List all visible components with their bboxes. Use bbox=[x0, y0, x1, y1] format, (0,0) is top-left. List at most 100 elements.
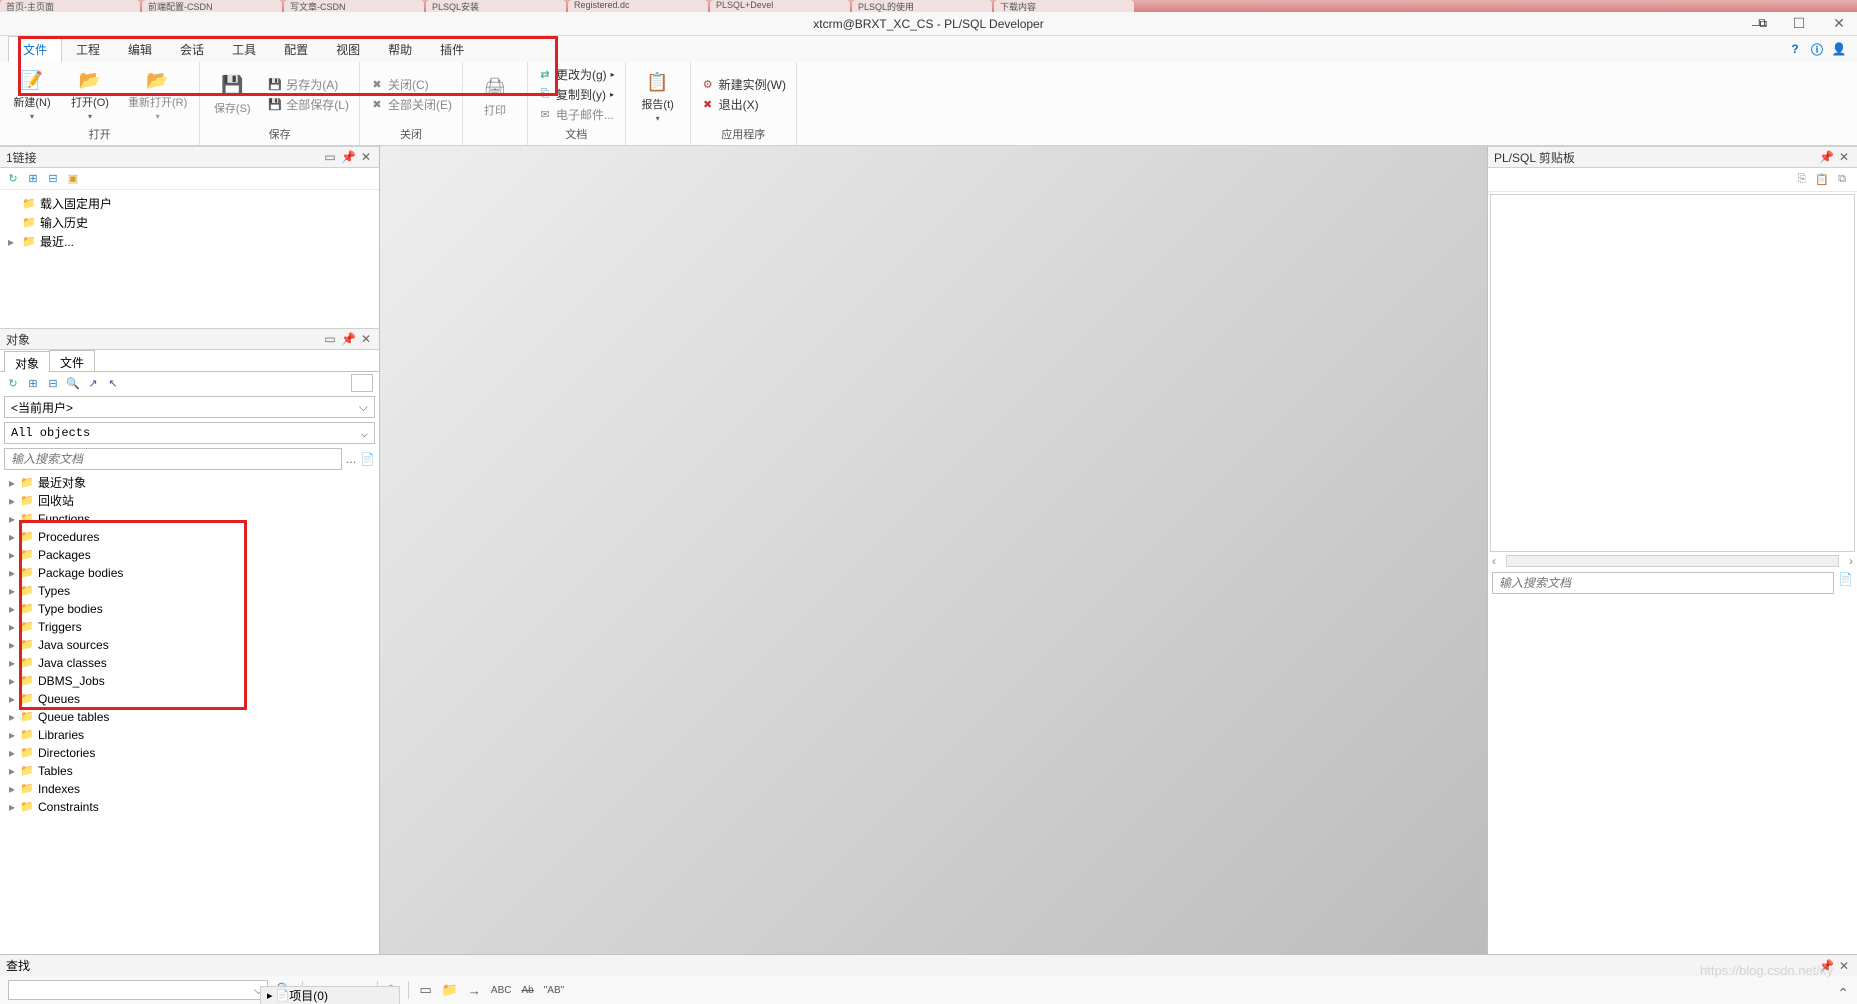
menu-plugin[interactable]: 插件 bbox=[426, 37, 478, 62]
ribbon-reopen-button[interactable]: 📂重新打开(R)▾ bbox=[122, 66, 193, 123]
panel-close-icon[interactable]: ✕ bbox=[359, 332, 373, 346]
browser-tab[interactable]: 前端配置-CSDN bbox=[142, 0, 282, 12]
collapse-icon[interactable]: ⊟ bbox=[46, 172, 60, 186]
arrow-icon[interactable]: ↗ bbox=[86, 376, 100, 390]
filter-box[interactable] bbox=[351, 374, 373, 392]
panel-pin-icon[interactable]: 📌 bbox=[341, 150, 355, 164]
ribbon-exit-button[interactable]: ✖退出(X) bbox=[697, 95, 790, 114]
tree-item[interactable]: ▸📁Tables bbox=[6, 762, 373, 780]
menu-config[interactable]: 配置 bbox=[270, 37, 322, 62]
tree-item[interactable]: ▸📁Packages bbox=[6, 546, 373, 564]
info-icon[interactable]: ⓘ bbox=[1809, 41, 1825, 57]
ribbon-changeto-button[interactable]: ⇄更改为(g) ▸ bbox=[534, 65, 619, 84]
collapse-icon[interactable]: ⊟ bbox=[46, 376, 60, 390]
tree-item[interactable]: ▸📁最近对象 bbox=[6, 474, 373, 492]
browser-tab[interactable]: Registered.dc bbox=[568, 0, 708, 12]
close-button[interactable]: ✕ bbox=[1825, 14, 1853, 34]
user-icon[interactable]: 👤 bbox=[1831, 41, 1847, 57]
folder-icon[interactable]: ▣ bbox=[66, 172, 80, 186]
find-icon[interactable]: 🔍 bbox=[66, 376, 80, 390]
browser-tab[interactable]: 下载内容 bbox=[994, 0, 1134, 12]
menu-edit[interactable]: 编辑 bbox=[114, 37, 166, 62]
panel-window-icon[interactable]: ▭ bbox=[323, 150, 337, 164]
tree-item[interactable]: ▸📁Procedures bbox=[6, 528, 373, 546]
window-icon[interactable]: ▭ bbox=[419, 982, 431, 998]
tree-item[interactable]: ▸📁Libraries bbox=[6, 726, 373, 744]
window-icon[interactable]: ⧉ bbox=[1835, 173, 1849, 187]
filter-combobox[interactable]: All objects bbox=[4, 422, 375, 444]
panel-close-icon[interactable]: ✕ bbox=[359, 150, 373, 164]
connections-tree[interactable]: 📁载入固定用户 📁输入历史 ▸📁最近... bbox=[0, 190, 379, 328]
ribbon-new-button[interactable]: 📝新建(N)▾ bbox=[6, 66, 58, 123]
search-more-button[interactable]: ... bbox=[346, 452, 356, 466]
refresh-icon[interactable]: ↻ bbox=[6, 172, 20, 186]
menu-view[interactable]: 视图 bbox=[322, 37, 374, 62]
scroll-right-icon[interactable]: › bbox=[1839, 554, 1853, 568]
tree-item[interactable]: ▸📁Package bodies bbox=[6, 564, 373, 582]
tree-item[interactable]: ▸📁Queue tables bbox=[6, 708, 373, 726]
tab-objects[interactable]: 对象 bbox=[4, 351, 50, 372]
strike-icon[interactable]: Ab bbox=[521, 985, 533, 996]
expand-icon[interactable]: ⊞ bbox=[26, 172, 40, 186]
clipboard-doc-icon[interactable]: 📄 bbox=[1838, 572, 1853, 594]
minimize-button[interactable]: — bbox=[1745, 14, 1773, 34]
copy-icon[interactable]: ⎘ bbox=[1795, 173, 1809, 187]
browser-tab[interactable]: PLSQL+Devel bbox=[710, 0, 850, 12]
panel-pin-icon[interactable]: 📌 bbox=[341, 332, 355, 346]
maximize-button[interactable]: ☐ bbox=[1785, 14, 1813, 34]
menu-project[interactable]: 工程 bbox=[62, 37, 114, 62]
folder-icon[interactable]: 📁 bbox=[442, 982, 458, 998]
clipboard-search-input[interactable] bbox=[1492, 572, 1834, 594]
help-icon[interactable]: ? bbox=[1787, 41, 1803, 57]
refresh-icon[interactable]: ↻ bbox=[6, 376, 20, 390]
expand-icon[interactable]: ⊞ bbox=[26, 376, 40, 390]
tab-files[interactable]: 文件 bbox=[49, 350, 95, 371]
abc-icon[interactable]: ABC bbox=[491, 985, 512, 996]
menu-file[interactable]: 文件 bbox=[8, 36, 62, 62]
menu-tools[interactable]: 工具 bbox=[218, 37, 270, 62]
ribbon-report-button[interactable]: 📋报告(t)▾ bbox=[632, 68, 684, 125]
tree-item[interactable]: ▸📁Types bbox=[6, 582, 373, 600]
objects-tree[interactable]: ▸📁最近对象▸📁回收站▸📁Functions▸📁Procedures▸📁Pack… bbox=[0, 472, 379, 954]
clipboard-list[interactable] bbox=[1490, 194, 1855, 552]
ribbon-copyto-button[interactable]: ⎘复制到(y) ▸ bbox=[534, 85, 619, 104]
arrow-icon[interactable]: → bbox=[468, 983, 481, 998]
quote-icon[interactable]: "AB" bbox=[544, 985, 564, 996]
tree-item[interactable]: ▸📁Triggers bbox=[6, 618, 373, 636]
tree-item[interactable]: 📁输入历史 bbox=[8, 213, 371, 232]
tree-item[interactable]: ▸📁Java sources bbox=[6, 636, 373, 654]
search-doc-icon[interactable]: 📄 bbox=[360, 452, 375, 466]
browser-tab[interactable]: 写文章-CSDN bbox=[284, 0, 424, 12]
panel-close-icon[interactable]: ✕ bbox=[1837, 150, 1851, 164]
menu-help[interactable]: 帮助 bbox=[374, 37, 426, 62]
saveas-icon: 💾 bbox=[268, 78, 282, 92]
ribbon-open-button[interactable]: 📂打开(O)▾ bbox=[64, 66, 116, 123]
tree-item[interactable]: ▸📁Constraints bbox=[6, 798, 373, 816]
tree-item[interactable]: ▸📁最近... bbox=[8, 232, 371, 251]
tree-item[interactable]: ▸📁回收站 bbox=[6, 492, 373, 510]
browser-tab[interactable]: PLSQL安装 bbox=[426, 0, 566, 12]
tree-item[interactable]: ▸📁Directories bbox=[6, 744, 373, 762]
ribbon-collapse-icon[interactable]: ⌃ bbox=[1837, 985, 1849, 1002]
panel-close-icon[interactable]: ✕ bbox=[1837, 959, 1851, 973]
panel-window-icon[interactable]: ▭ bbox=[323, 332, 337, 346]
objects-search-input[interactable] bbox=[4, 448, 342, 470]
tree-item[interactable]: 📁载入固定用户 bbox=[8, 194, 371, 213]
tree-item[interactable]: ▸📁Indexes bbox=[6, 780, 373, 798]
browser-tab[interactable]: 首页-主页面 bbox=[0, 0, 140, 12]
clipboard-scrollbar[interactable]: ‹ › bbox=[1488, 554, 1857, 568]
panel-pin-icon[interactable]: 📌 bbox=[1819, 150, 1833, 164]
paste-icon[interactable]: 📋 bbox=[1815, 173, 1829, 187]
tree-item[interactable]: ▸📁Queues bbox=[6, 690, 373, 708]
ribbon-newinstance-button[interactable]: ⚙新建实例(W) bbox=[697, 75, 790, 94]
browser-tab[interactable]: PLSQL的使用 bbox=[852, 0, 992, 12]
tree-item[interactable]: ▸📁Java classes bbox=[6, 654, 373, 672]
arrow-back-icon[interactable]: ↖ bbox=[106, 376, 120, 390]
menu-session[interactable]: 会话 bbox=[166, 37, 218, 62]
tree-item[interactable]: ▸📁Type bodies bbox=[6, 600, 373, 618]
tree-item[interactable]: ▸📁DBMS_Jobs bbox=[6, 672, 373, 690]
find-combobox[interactable] bbox=[8, 980, 268, 1000]
scroll-left-icon[interactable]: ‹ bbox=[1492, 554, 1506, 568]
tree-item[interactable]: ▸📁Functions bbox=[6, 510, 373, 528]
user-combobox[interactable]: <当前用户> bbox=[4, 396, 375, 418]
